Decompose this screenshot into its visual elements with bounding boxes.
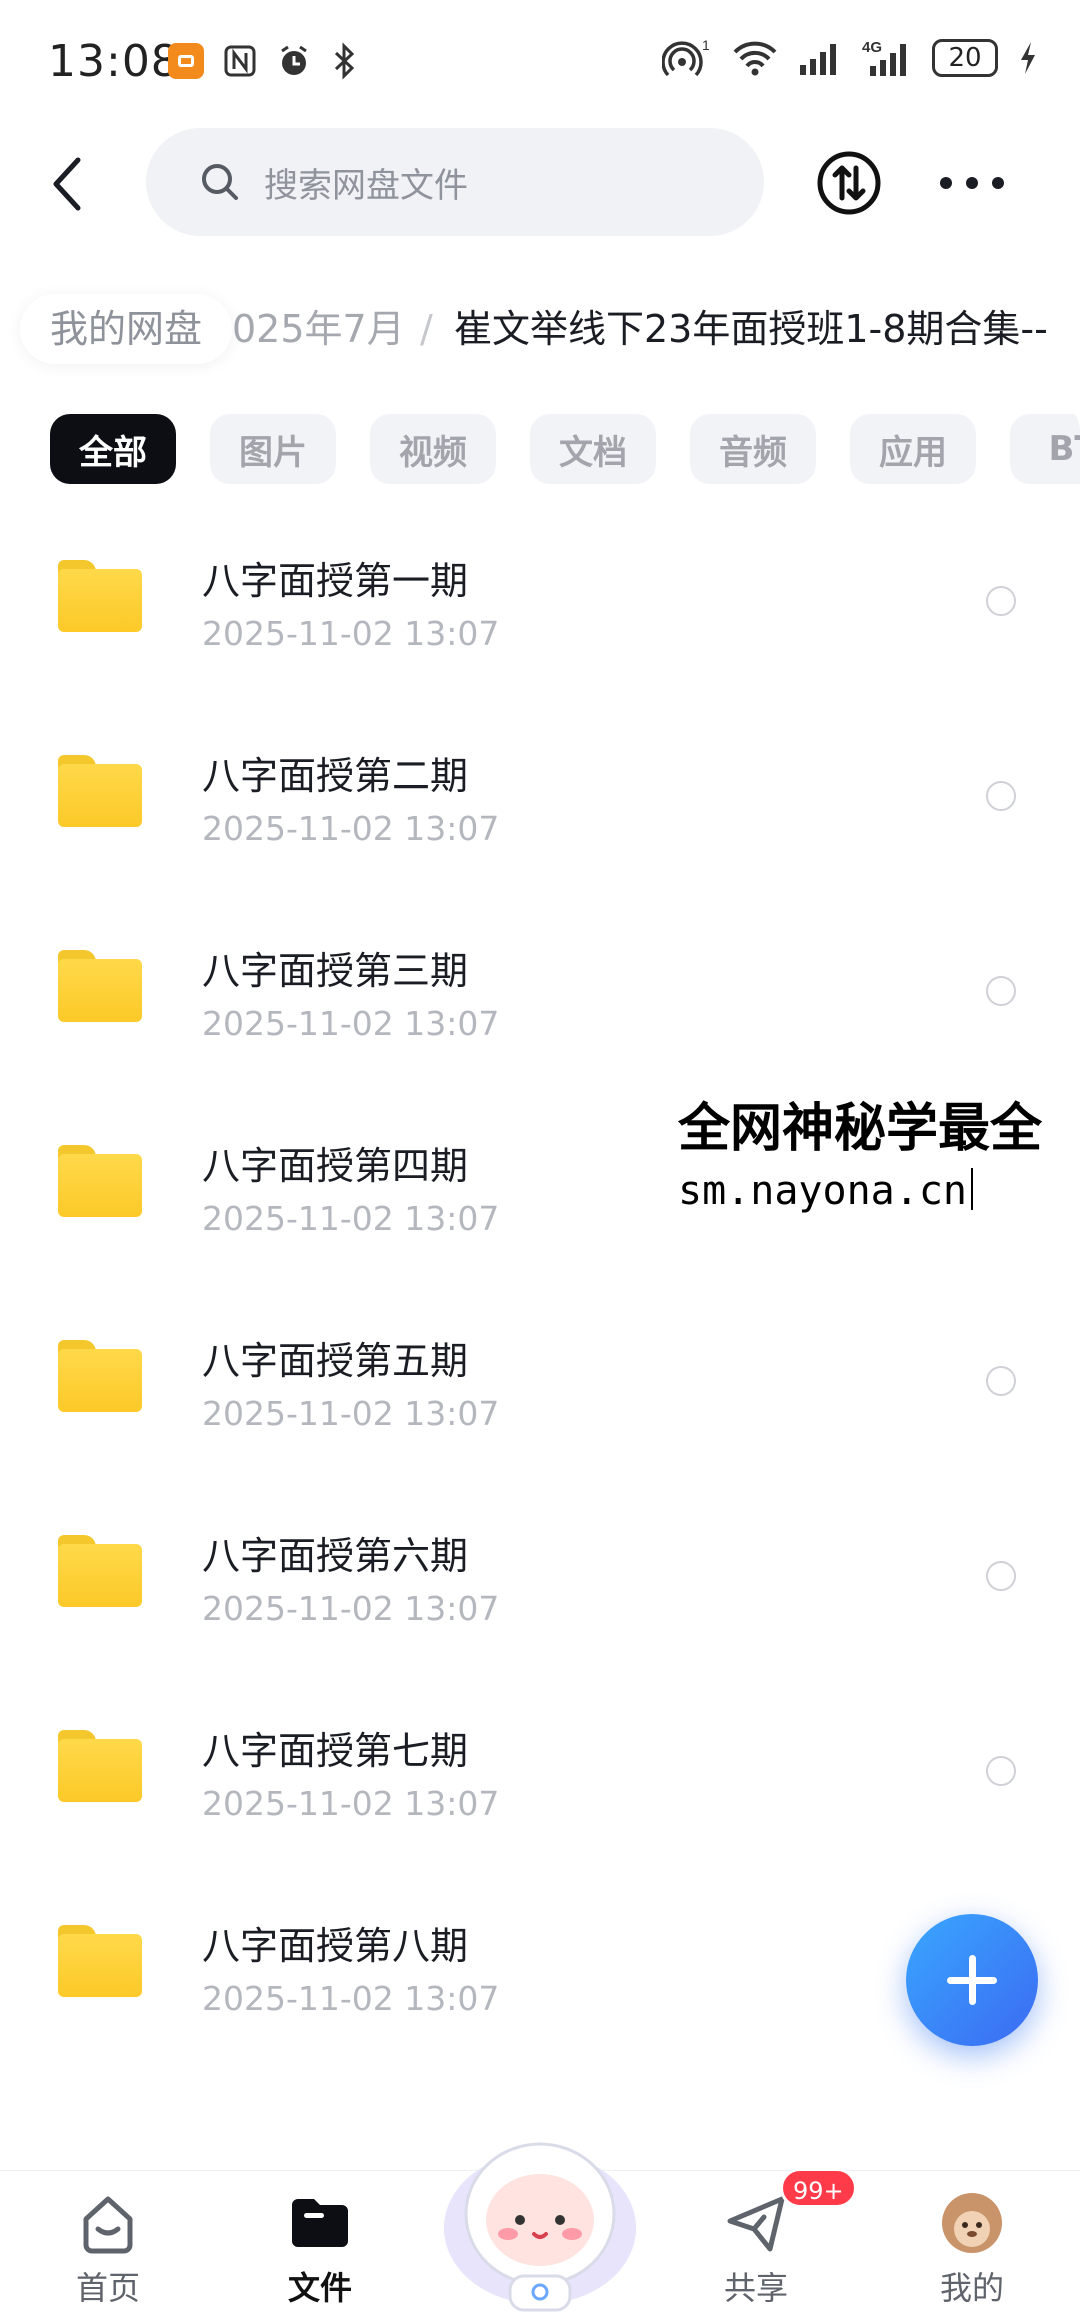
file-date: 2025-11-02 13:07	[202, 1199, 500, 1238]
svg-text:4G: 4G	[862, 39, 882, 56]
signal-4g-icon: 4G	[862, 39, 906, 76]
breadcrumb-item-current: 崔文举线下23年面授班1-8期合集--	[454, 307, 1048, 351]
folder-icon	[58, 755, 142, 827]
tab-files[interactable]: 文件	[240, 2171, 400, 2324]
more-dot-icon	[940, 177, 952, 189]
alarm-icon	[281, 45, 307, 75]
status-right-icons: 1 4G 20	[662, 38, 1038, 78]
search-input[interactable]: 搜索网盘文件	[146, 128, 764, 236]
chevron-left-icon	[53, 157, 81, 211]
battery-indicator: 20	[932, 39, 998, 77]
select-checkbox[interactable]	[986, 976, 1016, 1006]
filter-chip-videos[interactable]: 视频	[370, 414, 496, 484]
file-date: 2025-11-02 13:07	[202, 1979, 500, 2018]
select-checkbox[interactable]	[986, 586, 1016, 616]
watermark-line-2: sm.nayona.cn	[672, 1162, 1080, 1220]
breadcrumb-separator: /	[420, 307, 433, 351]
avatar	[942, 2193, 1002, 2253]
wifi-icon	[733, 41, 777, 76]
more-dot-icon	[992, 177, 1004, 189]
back-button[interactable]	[38, 152, 94, 216]
files-icon	[292, 2199, 348, 2247]
file-row[interactable]: 八字面授第一期 2025-11-02 13:07	[0, 518, 1080, 713]
filter-chip-images[interactable]: 图片	[210, 414, 336, 484]
tab-home-label: 首页	[75, 2269, 140, 2307]
hotspot-icon: 1	[662, 38, 710, 77]
folder-icon	[58, 1535, 142, 1607]
select-checkbox[interactable]	[986, 781, 1016, 811]
app-notification-icon	[168, 43, 204, 79]
file-name: 八字面授第一期	[202, 559, 469, 603]
filter-chip-audio[interactable]: 音频	[690, 414, 816, 484]
top-header: 搜索网盘文件	[0, 128, 1080, 238]
transfer-button[interactable]	[816, 150, 882, 216]
add-button[interactable]	[906, 1914, 1038, 2046]
breadcrumb-item-month[interactable]: 025年7月	[232, 294, 405, 364]
file-date: 2025-11-02 13:07	[202, 1004, 500, 1043]
plus-icon	[968, 1955, 976, 2005]
file-name: 八字面授第八期	[202, 1924, 469, 1968]
search-icon	[202, 164, 238, 200]
filter-chip-bt[interactable]: BT	[1010, 414, 1080, 484]
file-name: 八字面授第四期	[202, 1144, 469, 1188]
file-name: 八字面授第三期	[202, 949, 469, 993]
file-row[interactable]: 八字面授第五期 2025-11-02 13:07	[0, 1298, 1080, 1493]
folder-icon	[58, 1145, 142, 1217]
more-dot-icon	[966, 177, 978, 189]
paper-plane-icon	[727, 2196, 785, 2252]
watermark-url: sm.nayona.cn	[678, 1168, 967, 1214]
home-icon	[83, 2196, 133, 2254]
folder-icon	[58, 1340, 142, 1412]
select-checkbox[interactable]	[986, 1756, 1016, 1786]
more-button[interactable]	[940, 166, 1004, 200]
tab-me-label: 我的	[939, 2269, 1004, 2307]
file-row[interactable]: 八字面授第七期 2025-11-02 13:07	[0, 1688, 1080, 1883]
status-left-icons	[168, 42, 358, 80]
file-name: 八字面授第七期	[202, 1729, 469, 1773]
file-date: 2025-11-02 13:07	[202, 1394, 500, 1433]
svg-text:1: 1	[702, 38, 710, 53]
file-row[interactable]: 八字面授第六期 2025-11-02 13:07	[0, 1493, 1080, 1688]
filter-bar: 全部 图片 视频 文档 音频 应用 BT	[0, 398, 1080, 508]
nfc-icon	[224, 45, 256, 77]
file-date: 2025-11-02 13:07	[202, 1589, 500, 1628]
folder-icon	[58, 1730, 142, 1802]
folder-icon	[58, 1925, 142, 1997]
file-list: 八字面授第一期 2025-11-02 13:07 八字面授第二期 2025-11…	[0, 518, 1080, 2078]
watermark: 全网神秘学最全 sm.nayona.cn	[672, 1096, 1080, 1232]
file-name: 八字面授第二期	[202, 754, 469, 798]
tab-files-label: 文件	[287, 2269, 352, 2307]
watermark-line-1: 全网神秘学最全	[678, 1099, 1043, 1159]
charging-icon	[1021, 42, 1035, 74]
file-date: 2025-11-02 13:07	[202, 1784, 500, 1823]
text-caret	[970, 1168, 973, 1210]
mascot-icon[interactable]	[438, 2116, 642, 2316]
select-checkbox[interactable]	[986, 1561, 1016, 1591]
select-checkbox[interactable]	[986, 1366, 1016, 1396]
share-badge: 99+	[780, 2168, 857, 2208]
file-name: 八字面授第五期	[202, 1339, 469, 1383]
tab-home[interactable]: 首页	[28, 2171, 188, 2324]
filter-chip-documents[interactable]: 文档	[530, 414, 656, 484]
file-name: 八字面授第六期	[202, 1534, 469, 1578]
filter-chip-apps[interactable]: 应用	[850, 414, 976, 484]
folder-icon	[58, 950, 142, 1022]
breadcrumb: 025年7月 我的网盘 / 崔文举线下23年面授班1-8期合集--	[0, 280, 1080, 376]
search-placeholder: 搜索网盘文件	[264, 165, 468, 206]
tab-share-label: 共享	[723, 2269, 788, 2307]
transfer-arrows-icon	[817, 151, 881, 215]
filter-chip-all[interactable]: 全部	[50, 414, 176, 484]
file-date: 2025-11-02 13:07	[202, 614, 500, 653]
status-time: 13:08	[48, 36, 180, 87]
file-date: 2025-11-02 13:07	[202, 809, 500, 848]
signal-icon	[800, 44, 836, 75]
bluetooth-icon	[334, 42, 355, 80]
folder-icon	[58, 560, 142, 632]
file-row[interactable]: 八字面授第三期 2025-11-02 13:07	[0, 908, 1080, 1103]
status-bar: 13:08 1 4G 20	[0, 0, 1080, 128]
breadcrumb-item-root[interactable]: 我的网盘	[20, 294, 233, 364]
tab-me[interactable]: 我的	[892, 2171, 1052, 2324]
file-row[interactable]: 八字面授第二期 2025-11-02 13:07	[0, 713, 1080, 908]
